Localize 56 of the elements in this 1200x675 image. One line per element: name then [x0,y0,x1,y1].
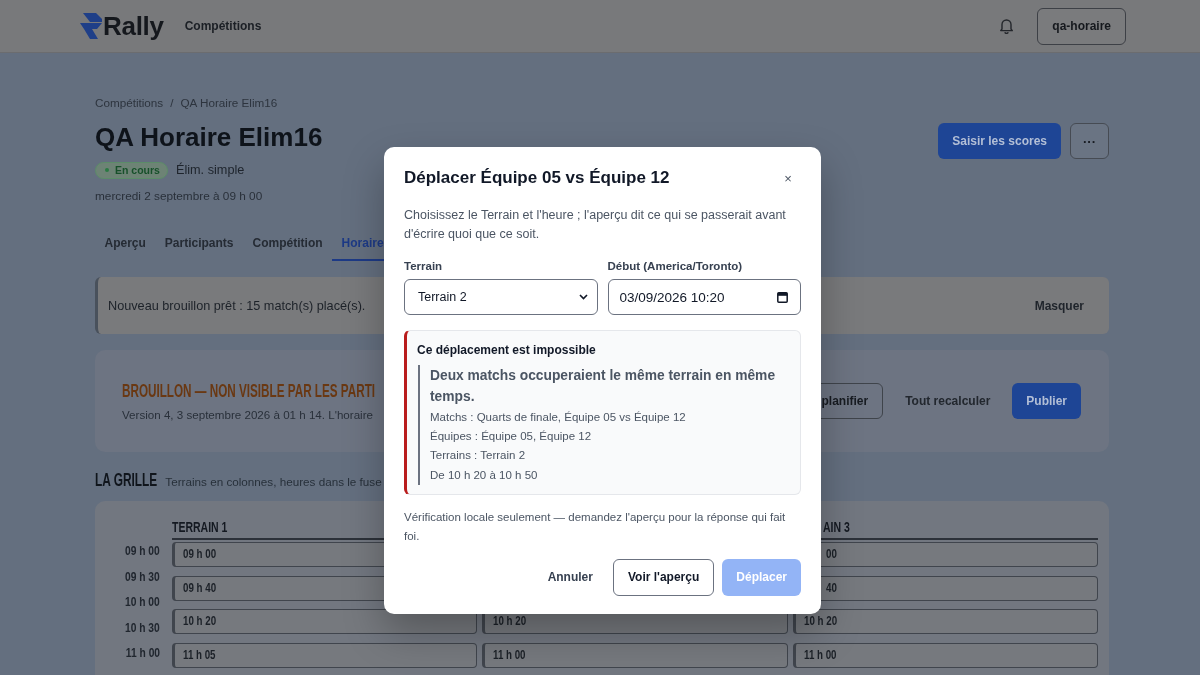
match-block[interactable]: 11 h 05 [172,642,478,668]
brand-name: Rally [103,10,164,42]
publish-button[interactable]: Publier [1012,383,1081,419]
breadcrumb-separator: / [170,95,174,111]
dialog-description: Choisissez le Terrain et l'heure ; l'aperçu dit ce qui se passerait avant d'écrire quoi que ce soit. [404,207,787,243]
notice-text: Nouveau brouillon prêt : 15 match(s) placé(s). [108,298,366,313]
recalculate-button[interactable]: Tout recalculer [891,383,1005,419]
preview-button[interactable]: Voir l'aperçu [612,558,715,596]
bell-icon[interactable] [999,18,1015,34]
page-title: QA Horaire Elim16 [95,121,323,154]
error-title: Ce déplacement est impossible [417,342,597,359]
dialog-title: Déplacer Équipe 05 vs Équipe 12 [404,167,670,189]
column-heading: AIN 3 [822,518,850,535]
dialog-note: Vérification locale seulement — demandez l'aperçu pour la réponse qui fait foi. [404,509,787,544]
match-block[interactable]: 10 h 20 [792,609,1098,634]
status-text: En cours [115,164,160,176]
draft-subtitle: Version 4, 3 septembre 2026 à 01 h 14. L'horaire [122,406,373,423]
time-label: 11 h 00 [125,644,160,662]
terrain-select[interactable]: Terrain 2 [404,279,598,315]
time-label: 09 h 30 [125,567,160,586]
field-label: Terrain [404,259,444,274]
match-block[interactable]: 11 h 00 [792,642,1098,668]
match-block[interactable]: 10 h 20 [172,609,478,634]
error-headline: Deux matchs occuperaient le même terrain en même temps. [430,367,777,406]
calendar-icon[interactable] [777,291,788,303]
error-detail: Équipes : Équipe 05, Équipe 12 [430,429,593,445]
nav-link[interactable]: Compétitions [184,19,262,33]
date-label: mercredi 2 septembre à 09 h 00 [95,188,264,204]
status-dot-icon [105,168,109,172]
match-block[interactable]: 11 h 00 [482,642,788,668]
cancel-button[interactable]: Annuler [535,558,605,596]
dismiss-button[interactable]: Masquer [1022,290,1096,321]
breadcrumb-link[interactable]: Compétitions [95,95,164,111]
time-label: 09 h 00 [125,542,160,560]
datetime-field[interactable]: 03/09/2026 10:20 [607,279,801,315]
logo-icon [80,13,102,39]
column-heading: TERRAIN 1 [172,518,228,535]
scores-button[interactable]: Saisir les scores [938,123,1061,159]
section-subtitle: Terrains en colonnes, heures dans le fuse [165,475,382,488]
field-label: Début (America/Toronto) [607,259,744,274]
draft-title: BROUILLON — NON VISIBLE PAR LES PARTI [122,379,376,402]
page-tab[interactable]: Aperçu [95,226,156,261]
close-button[interactable]: × [778,168,798,188]
page-tab[interactable]: Participants [155,226,244,261]
user-menu-button[interactable]: qa-horaire [1037,7,1126,45]
section-title: LA GRILLE [95,470,158,490]
page-tab[interactable]: Compétition [243,226,333,261]
error-detail: De 10 h 20 à 10 h 50 [430,467,539,483]
time-label: 10 h 30 [125,618,160,637]
breadcrumb-current: QA Horaire Elim16 [180,95,278,111]
time-label: 10 h 00 [125,593,160,611]
chevron-down-icon [578,294,588,300]
more-button[interactable]: ··· [1070,123,1109,159]
format-label: Élim. simple [175,163,245,177]
error-detail: Matchs : Quarts de finale, Équipe 05 vs Équipe 12 [430,410,687,425]
error-detail: Terrains : Terrain 2 [430,448,527,464]
